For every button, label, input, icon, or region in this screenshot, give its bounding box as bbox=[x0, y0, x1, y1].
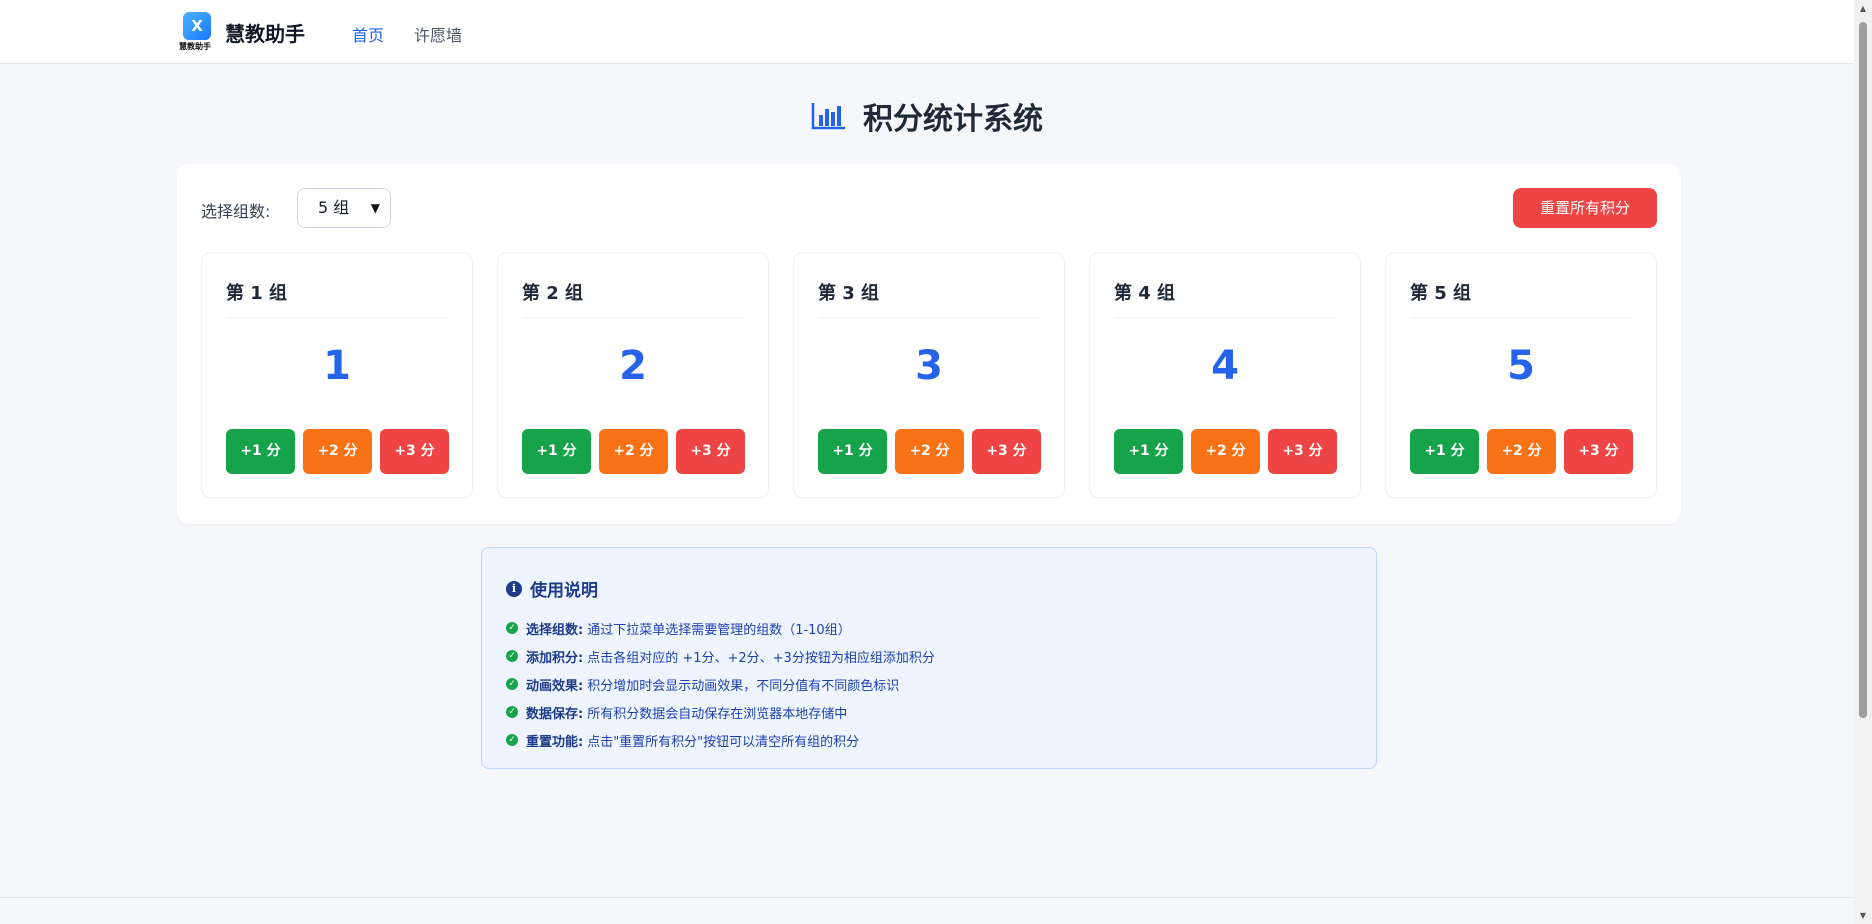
add-1-button[interactable]: +1 分 bbox=[522, 429, 591, 474]
add-3-button[interactable]: +3 分 bbox=[972, 429, 1041, 474]
add-2-button[interactable]: +2 分 bbox=[1487, 429, 1556, 474]
check-circle-icon: ✓ bbox=[506, 622, 518, 634]
list-item: ✓ 重置功能: 点击"重置所有积分"按钮可以清空所有组的积分 bbox=[506, 726, 935, 754]
scrollbar-thumb[interactable] bbox=[1859, 22, 1867, 718]
divider bbox=[818, 317, 1040, 318]
group-count-value: 5 组 bbox=[318, 198, 350, 217]
item-text: 积分增加时会显示动画效果，不同分值有不同颜色标识 bbox=[587, 678, 900, 694]
divider bbox=[1410, 317, 1632, 318]
score-buttons: +1 分 +2 分 +3 分 bbox=[226, 429, 449, 474]
score-buttons: +1 分 +2 分 +3 分 bbox=[522, 429, 745, 474]
add-1-button[interactable]: +1 分 bbox=[1410, 429, 1479, 474]
instructions-title: i 使用说明 bbox=[506, 576, 598, 601]
group-cards: 第 1 组 1 +1 分 +2 分 +3 分 第 2 组 2 +1 分 +2 分… bbox=[201, 252, 1657, 498]
list-item: ✓ 选择组数: 通过下拉菜单选择需要管理的组数（1-10组） bbox=[506, 614, 935, 642]
group-name: 第 2 组 bbox=[522, 283, 584, 304]
list-item: ✓ 数据保存: 所有积分数据会自动保存在浏览器本地存储中 bbox=[506, 698, 935, 726]
add-1-button[interactable]: +1 分 bbox=[818, 429, 887, 474]
reset-all-button[interactable]: 重置所有积分 bbox=[1513, 188, 1657, 228]
group-name: 第 1 组 bbox=[226, 283, 288, 304]
add-2-button[interactable]: +2 分 bbox=[599, 429, 668, 474]
page-title-text: 积分统计系统 bbox=[863, 102, 1043, 137]
nav-item-home[interactable]: 首页 bbox=[352, 22, 384, 46]
group-count-select[interactable]: 5 组 ▼ bbox=[297, 188, 391, 228]
item-key: 重置功能: bbox=[526, 734, 584, 750]
list-item: ✓ 添加积分: 点击各组对应的 +1分、+2分、+3分按钮为相应组添加积分 bbox=[506, 642, 935, 670]
group-card: 第 5 组 5 +1 分 +2 分 +3 分 bbox=[1385, 252, 1657, 498]
score-panel: 选择组数: 5 组 ▼ 重置所有积分 第 1 组 1 +1 分 +2 分 +3 … bbox=[177, 164, 1681, 524]
group-count-label: 选择组数: bbox=[201, 202, 271, 221]
item-key: 数据保存: bbox=[526, 706, 584, 722]
group-card: 第 4 组 4 +1 分 +2 分 +3 分 bbox=[1089, 252, 1361, 498]
page-title: 积分统计系统 bbox=[0, 94, 1854, 138]
item-text: 点击各组对应的 +1分、+2分、+3分按钮为相应组添加积分 bbox=[587, 650, 935, 666]
app-logo: X 慧教助手 bbox=[179, 12, 215, 52]
item-text: 点击"重置所有积分"按钮可以清空所有组的积分 bbox=[587, 734, 860, 750]
nav-item-wish-wall[interactable]: 许愿墙 bbox=[414, 22, 462, 46]
instructions-list: ✓ 选择组数: 通过下拉菜单选择需要管理的组数（1-10组） ✓ 添加积分: 点… bbox=[506, 614, 935, 754]
logo-mark: X bbox=[183, 12, 211, 40]
group-score: 4 bbox=[1211, 343, 1239, 389]
score-buttons: +1 分 +2 分 +3 分 bbox=[1410, 429, 1633, 474]
instructions-title-text: 使用说明 bbox=[530, 581, 598, 601]
score-buttons: +1 分 +2 分 +3 分 bbox=[818, 429, 1041, 474]
check-circle-icon: ✓ bbox=[506, 678, 518, 690]
vertical-scrollbar[interactable]: ▲ ▼ bbox=[1854, 0, 1872, 924]
check-circle-icon: ✓ bbox=[506, 734, 518, 746]
item-key: 动画效果: bbox=[526, 678, 584, 694]
footer-divider bbox=[0, 897, 1854, 898]
item-text: 通过下拉菜单选择需要管理的组数（1-10组） bbox=[587, 622, 851, 638]
add-3-button[interactable]: +3 分 bbox=[1564, 429, 1633, 474]
add-1-button[interactable]: +1 分 bbox=[226, 429, 295, 474]
add-3-button[interactable]: +3 分 bbox=[380, 429, 449, 474]
divider bbox=[1114, 317, 1336, 318]
add-3-button[interactable]: +3 分 bbox=[676, 429, 745, 474]
bar-chart-icon bbox=[811, 103, 845, 130]
group-card: 第 1 组 1 +1 分 +2 分 +3 分 bbox=[201, 252, 473, 498]
item-key: 添加积分: bbox=[526, 650, 584, 666]
item-key: 选择组数: bbox=[526, 622, 584, 638]
group-name: 第 5 组 bbox=[1410, 283, 1472, 304]
group-card: 第 2 组 2 +1 分 +2 分 +3 分 bbox=[497, 252, 769, 498]
score-buttons: +1 分 +2 分 +3 分 bbox=[1114, 429, 1337, 474]
check-circle-icon: ✓ bbox=[506, 706, 518, 718]
group-card: 第 3 组 3 +1 分 +2 分 +3 分 bbox=[793, 252, 1065, 498]
scroll-up-icon[interactable]: ▲ bbox=[1858, 4, 1868, 13]
scroll-down-icon[interactable]: ▼ bbox=[1858, 911, 1868, 920]
info-icon: i bbox=[506, 580, 522, 597]
divider bbox=[226, 317, 448, 318]
group-name: 第 4 组 bbox=[1114, 283, 1176, 304]
group-score: 1 bbox=[323, 343, 351, 389]
add-3-button[interactable]: +3 分 bbox=[1268, 429, 1337, 474]
add-2-button[interactable]: +2 分 bbox=[303, 429, 372, 474]
divider bbox=[522, 317, 744, 318]
check-circle-icon: ✓ bbox=[506, 650, 518, 662]
list-item: ✓ 动画效果: 积分增加时会显示动画效果，不同分值有不同颜色标识 bbox=[506, 670, 935, 698]
add-1-button[interactable]: +1 分 bbox=[1114, 429, 1183, 474]
top-navbar: X 慧教助手 慧教助手 首页 许愿墙 bbox=[0, 0, 1854, 64]
item-text: 所有积分数据会自动保存在浏览器本地存储中 bbox=[587, 706, 848, 722]
brand-name: 慧教助手 bbox=[225, 21, 305, 46]
logo-caption: 慧教助手 bbox=[179, 42, 211, 51]
brand[interactable]: X 慧教助手 慧教助手 bbox=[179, 12, 305, 52]
add-2-button[interactable]: +2 分 bbox=[1191, 429, 1260, 474]
instructions-box: i 使用说明 ✓ 选择组数: 通过下拉菜单选择需要管理的组数（1-10组） ✓ … bbox=[481, 547, 1377, 769]
chevron-down-icon: ▼ bbox=[370, 201, 380, 215]
add-2-button[interactable]: +2 分 bbox=[895, 429, 964, 474]
group-name: 第 3 组 bbox=[818, 283, 880, 304]
group-score: 5 bbox=[1507, 343, 1535, 389]
group-score: 3 bbox=[915, 343, 943, 389]
group-score: 2 bbox=[619, 343, 647, 389]
main-nav: 首页 许愿墙 bbox=[352, 22, 462, 46]
